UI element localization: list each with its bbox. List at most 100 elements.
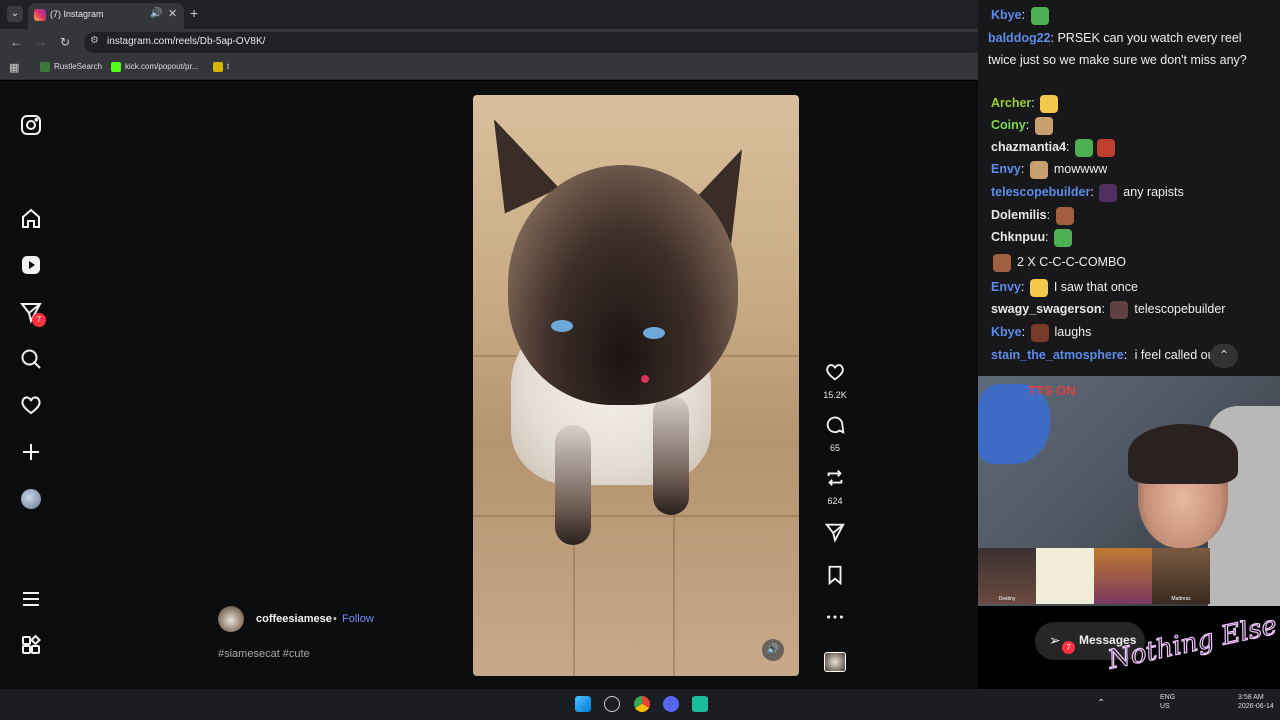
stream-thumb[interactable] <box>1036 548 1094 604</box>
chat-message: Kbye: laughs <box>991 321 1091 343</box>
apps-grid-icon[interactable] <box>19 633 43 657</box>
chat-username[interactable]: Dolemilis <box>991 208 1047 222</box>
chat-username[interactable]: Kbye <box>991 325 1022 339</box>
webcam-overlay: TTS ON Destiny Mattress <box>978 376 1280 606</box>
region-label: US <box>1160 703 1170 710</box>
bookmark-label: RustleSearch <box>54 62 103 72</box>
stream-thumbnails: Destiny Mattress <box>978 548 1214 604</box>
speaker-icon[interactable]: 🔊 <box>150 8 162 19</box>
cat-leg <box>653 395 689 515</box>
bookmark-label: t <box>227 62 230 72</box>
chat-username[interactable]: stain_the_atmosphere <box>991 348 1124 362</box>
chat-username[interactable]: Archer <box>991 96 1031 110</box>
new-tab-button[interactable]: + <box>190 5 198 21</box>
volume-icon[interactable]: 🔊 <box>762 639 784 661</box>
emote-icon <box>993 253 1011 272</box>
tab-instagram[interactable]: (7) Instagram 🔊 ✕ <box>28 3 184 29</box>
chrome-icon[interactable] <box>634 696 650 712</box>
follow-button[interactable]: Follow <box>342 613 374 625</box>
emote-icon <box>1029 160 1048 179</box>
time-label: 3:58 AM <box>1238 694 1264 701</box>
obs-icon[interactable] <box>604 696 620 712</box>
emote-icon <box>1030 6 1049 25</box>
chat-username[interactable]: Kbye <box>991 8 1022 22</box>
discord-icon[interactable] <box>663 696 679 712</box>
author-name[interactable]: coffeesiamese <box>256 613 332 625</box>
bookmark-t[interactable]: t <box>213 62 229 72</box>
reel-video[interactable]: 🔊 <box>473 95 799 676</box>
chat-message: Archer: <box>991 92 1060 114</box>
separator: • <box>333 613 337 625</box>
stream-thumb[interactable]: Mattress <box>1152 548 1210 604</box>
tab-search-button[interactable]: ⌄ <box>7 6 23 22</box>
emote-icon <box>1040 94 1059 113</box>
repost-count: 624 <box>827 496 843 506</box>
cat-head <box>508 165 738 405</box>
url-text[interactable]: instagram.com/reels/Db-5ap-OV8K/ <box>107 36 265 47</box>
more-options-button[interactable] <box>818 606 852 633</box>
cat-eye <box>551 320 573 332</box>
tray-chevron-icon[interactable]: ⌃ <box>1097 699 1105 709</box>
instagram-sidebar: 7 <box>0 81 62 689</box>
menu-hamburger-icon[interactable] <box>19 587 43 611</box>
screen: { "browser": { "tab_title": "(7) Instagr… <box>0 0 1280 720</box>
date-label: 2026-06-14 <box>1238 703 1274 710</box>
apps-grid-icon[interactable]: ▦ <box>9 61 19 74</box>
bookmark-t-icon <box>213 62 223 72</box>
chat-username[interactable]: Envy <box>991 162 1021 176</box>
emote-icon <box>1034 116 1053 135</box>
chat-message: stain_the_atmosphere: i feel called out <box>991 348 1219 362</box>
chat-scroll-up-icon[interactable]: ⌃ <box>1210 344 1238 368</box>
address-bar[interactable]: ⚙ instagram.com/reels/Db-5ap-OV8K/ <box>84 32 984 53</box>
repost-button[interactable]: 624 <box>818 467 852 506</box>
create-plus-icon[interactable] <box>19 440 43 464</box>
chat-username[interactable]: telescopebuilder <box>991 185 1090 199</box>
bookmark-kick[interactable]: kick.com/popout/pr... <box>111 62 198 72</box>
reels-icon[interactable] <box>19 253 43 277</box>
stream-thumb[interactable] <box>1094 548 1152 604</box>
site-info-icon[interactable]: ⚙ <box>90 35 99 46</box>
language-indicator[interactable]: ENG US <box>1160 693 1175 711</box>
chat-username[interactable]: swagy_swagerson <box>991 302 1101 316</box>
instagram-favicon-icon <box>34 9 46 21</box>
nothing-else-logo: Nothing Else? <box>1104 620 1278 676</box>
stream-chat: Kbye: Archer: Coiny: chazmantia4: Envy: … <box>978 0 1280 376</box>
comment-count: 65 <box>829 443 840 453</box>
instagram-logo-icon[interactable] <box>19 113 43 137</box>
clock[interactable]: 3:58 AM 2026-06-14 <box>1238 693 1274 711</box>
bookmark-rustlesearch[interactable]: RustleSearch <box>40 62 102 72</box>
close-tab-icon[interactable]: ✕ <box>168 7 177 20</box>
tab-title: (7) Instagram <box>50 9 104 19</box>
chat-username: balddog22 <box>988 31 1051 45</box>
save-button[interactable] <box>818 564 852 591</box>
chat-username[interactable]: Envy <box>991 280 1021 294</box>
chat-username[interactable]: Coiny <box>991 118 1026 132</box>
chat-username[interactable]: Chknpuu <box>991 230 1045 244</box>
emote-icon <box>1096 138 1115 157</box>
repost-icon <box>827 470 843 486</box>
chat-text: 2 X C-C-C-COMBO <box>1017 255 1127 269</box>
windows-start-icon[interactable] <box>575 696 591 712</box>
more-dots-icon <box>827 615 843 619</box>
reload-icon[interactable]: ↻ <box>60 35 70 49</box>
home-icon[interactable] <box>19 207 43 231</box>
reel-hashtags[interactable]: #siamesecat #cute <box>218 648 310 660</box>
chat-message: chazmantia4: <box>991 136 1117 158</box>
stream-thumb[interactable]: Destiny <box>978 548 1036 604</box>
search-icon[interactable] <box>19 347 43 371</box>
profile-avatar[interactable] <box>21 489 41 509</box>
back-icon[interactable]: ← <box>10 35 22 49</box>
forward-icon[interactable]: → <box>35 35 47 49</box>
thumb-label: Destiny <box>998 596 1016 602</box>
audio-thumbnail[interactable] <box>824 652 846 672</box>
author-avatar[interactable] <box>218 606 244 632</box>
chat-username[interactable]: chazmantia4 <box>991 140 1066 154</box>
cursor-dot <box>641 375 649 383</box>
heart-icon[interactable] <box>19 393 43 417</box>
chat-text: i feel called out <box>1134 348 1219 362</box>
share-button[interactable] <box>818 521 852 548</box>
comment-button[interactable]: 65 <box>818 414 852 453</box>
audio-app-icon[interactable] <box>692 696 708 712</box>
chat-message: swagy_swagerson: telescopebuilder <box>991 298 1225 320</box>
like-button[interactable]: 15.2K <box>818 361 852 400</box>
